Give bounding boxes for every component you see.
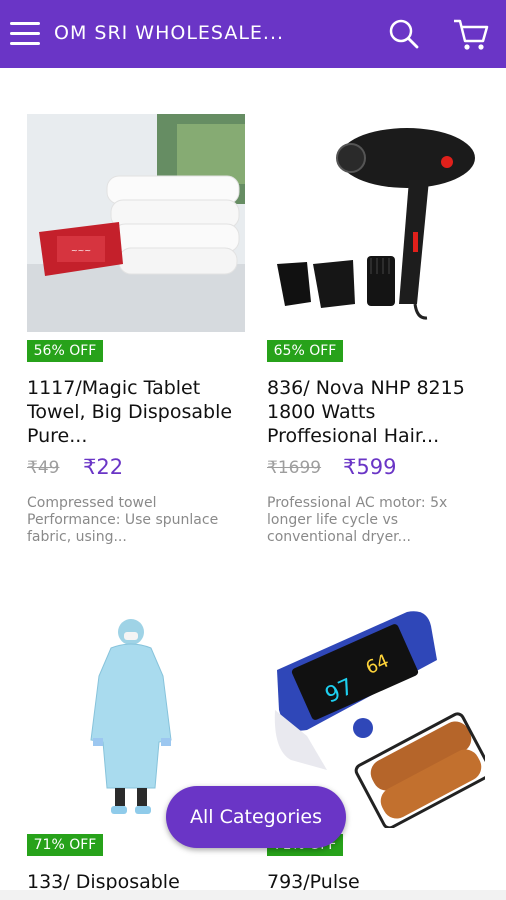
product-name[interactable]: 1117/Magic Tablet Towel, Big Disposable …: [27, 376, 242, 448]
bottom-divider: [0, 890, 506, 900]
original-price: ₹49: [27, 458, 60, 478]
product-card[interactable]: 71% OFF 133/ Disposable: [27, 610, 247, 893]
product-description: Professional AC motor: 5x longer life cy…: [267, 495, 448, 545]
product-card[interactable]: 97 64 71% OFF 793/Pulse: [267, 610, 487, 893]
original-price: ₹1699: [267, 458, 322, 478]
svg-text:~~~: ~~~: [71, 246, 91, 255]
store-title: OM SRI WHOLESALE...: [54, 22, 285, 44]
discount-badge: 56% OFF: [27, 340, 103, 362]
discount-badge: 71% OFF: [27, 834, 103, 856]
search-icon[interactable]: [388, 18, 420, 50]
all-categories-button[interactable]: All Categories: [166, 786, 346, 848]
app-header: OM SRI WHOLESALE...: [0, 0, 506, 68]
product-card[interactable]: 65% OFF 836/ Nova NHP 8215 1800 Watts Pr…: [267, 114, 487, 554]
menu-icon[interactable]: [10, 22, 40, 46]
product-card[interactable]: ~~~ 56% OFF 1117/Magic Tablet Towel, Big…: [27, 114, 247, 554]
product-image-hair-dryer[interactable]: [267, 114, 485, 332]
product-image-towel[interactable]: ~~~: [27, 114, 245, 332]
product-description: Compressed towel Performance: Use spunla…: [27, 495, 219, 545]
product-name[interactable]: 836/ Nova NHP 8215 1800 Watts Proffesion…: [267, 376, 482, 448]
discount-badge: 65% OFF: [267, 340, 343, 362]
sale-price: ₹22: [83, 455, 124, 479]
sale-price: ₹599: [343, 455, 397, 479]
cart-icon[interactable]: [452, 16, 490, 54]
